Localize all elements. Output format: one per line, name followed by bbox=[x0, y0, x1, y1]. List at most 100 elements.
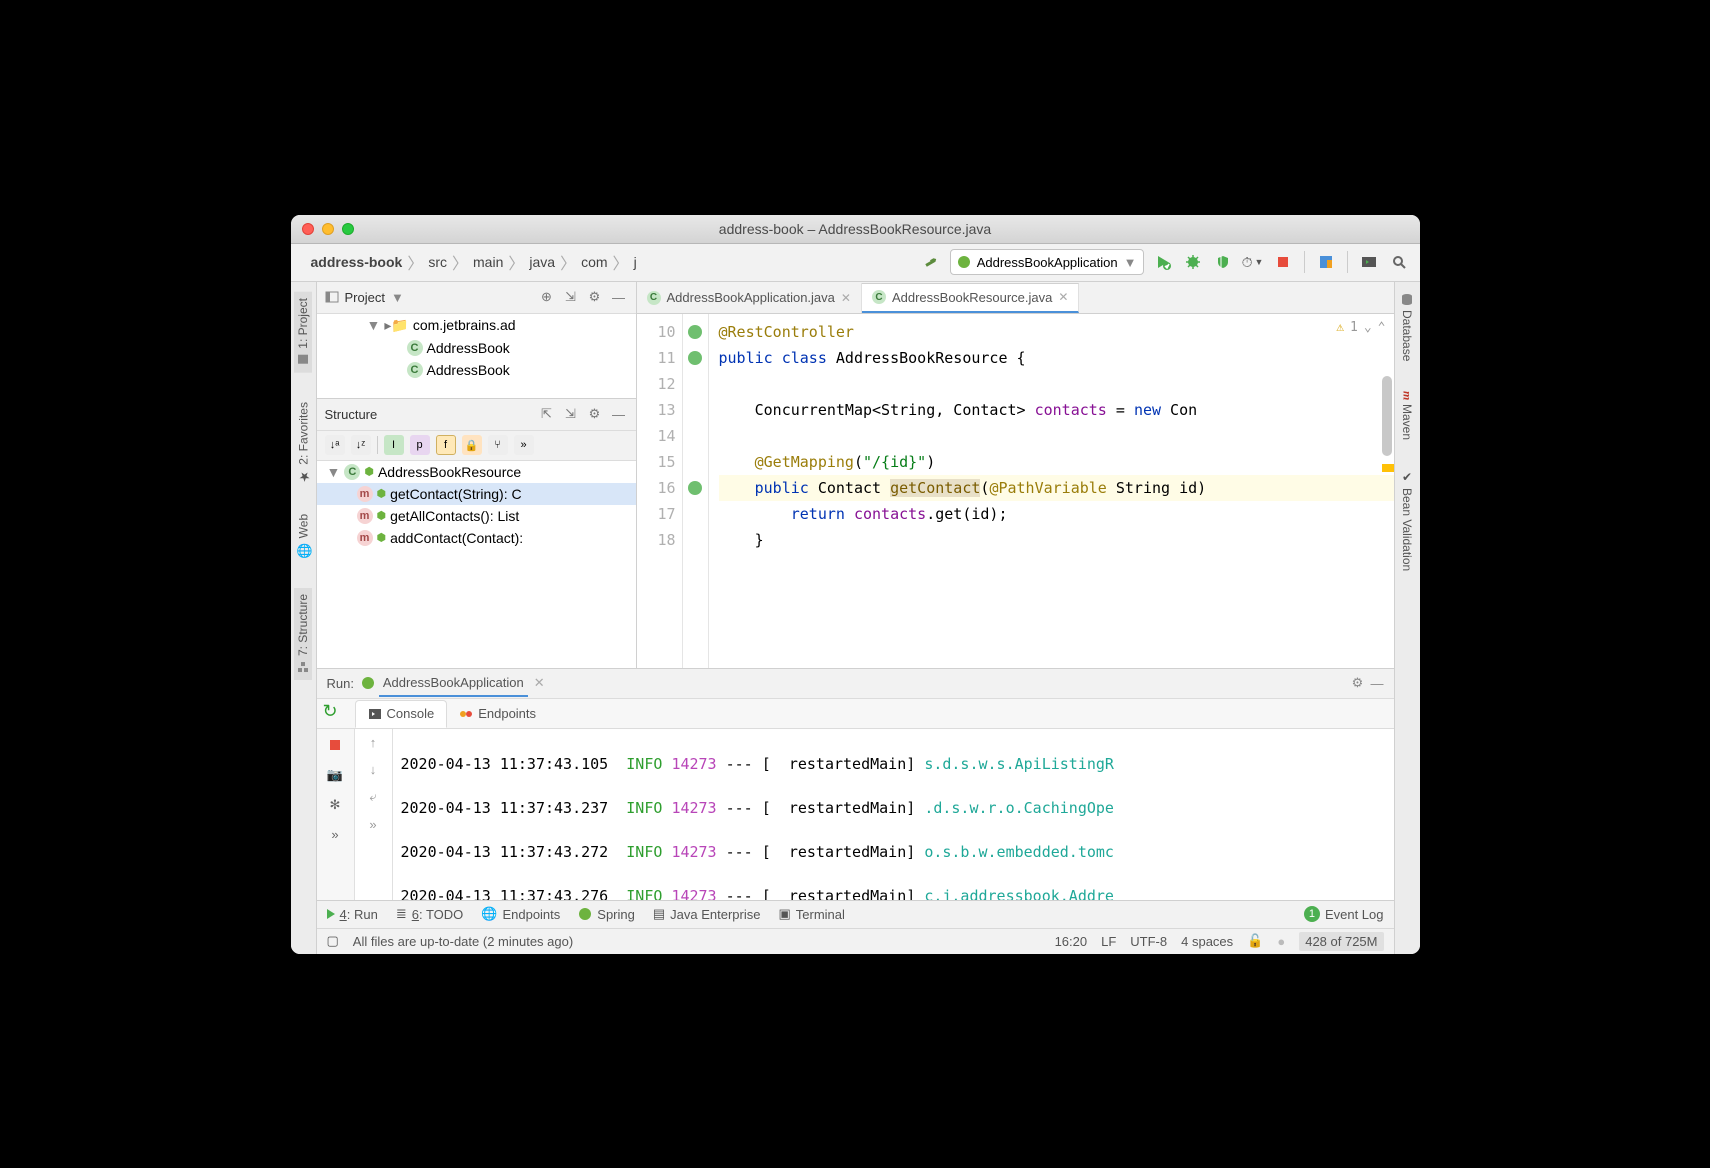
update-button[interactable] bbox=[1315, 251, 1337, 273]
spring-icon bbox=[578, 907, 592, 921]
titlebar: address-book – AddressBookResource.java bbox=[291, 215, 1420, 244]
run-tool[interactable]: 4: Run bbox=[327, 907, 378, 922]
filter-p-icon[interactable]: p bbox=[410, 435, 430, 455]
editor-tab-1[interactable]: C AddressBookResource.java ✕ bbox=[862, 283, 1079, 313]
crumb-5[interactable]: j bbox=[634, 254, 637, 270]
sort-alpha-icon[interactable]: ↓ᶻ bbox=[351, 435, 371, 455]
jee-tool[interactable]: ▤Java Enterprise bbox=[653, 906, 761, 922]
expand-all-icon[interactable]: ⇲ bbox=[562, 288, 580, 306]
coverage-button[interactable] bbox=[1212, 251, 1234, 273]
close-tab-icon[interactable]: ✕ bbox=[841, 291, 851, 305]
tool-favorites[interactable]: ★ 2: Favorites bbox=[296, 402, 311, 484]
collapse-icon[interactable]: ⇲ bbox=[562, 405, 580, 423]
crumb-2[interactable]: main bbox=[473, 254, 503, 270]
leaf-icon[interactable] bbox=[688, 351, 702, 365]
crumb-0[interactable]: address-book bbox=[311, 254, 403, 270]
filter-i-icon[interactable]: I bbox=[384, 435, 404, 455]
tree-class-2[interactable]: C AddressBook bbox=[317, 359, 636, 381]
select-opened-icon[interactable]: ⊕ bbox=[538, 288, 556, 306]
settings-icon[interactable]: ⚙ bbox=[586, 288, 604, 306]
wrap-icon[interactable]: ⤶ bbox=[369, 789, 376, 805]
tool-database[interactable]: Database bbox=[1400, 292, 1414, 361]
todo-icon: ≣ bbox=[396, 906, 407, 922]
tool-web[interactable]: 🌐 Web bbox=[296, 514, 311, 558]
scrollbar-thumb[interactable] bbox=[1382, 376, 1392, 456]
hide-icon[interactable]: — bbox=[610, 288, 628, 306]
globe-icon: 🌐 bbox=[296, 542, 311, 558]
encoding[interactable]: UTF-8 bbox=[1130, 934, 1167, 949]
tree-package[interactable]: ▼ ▸📁 com.jetbrains.ad bbox=[317, 314, 636, 337]
more-icon[interactable]: » bbox=[514, 435, 534, 455]
chevron-up-icon[interactable]: ⌃ bbox=[1378, 320, 1386, 335]
line-ending[interactable]: LF bbox=[1101, 934, 1116, 949]
endpoints-tab[interactable]: Endpoints bbox=[447, 700, 548, 728]
tool-maven[interactable]: m Maven bbox=[1400, 391, 1415, 440]
inspection-icon[interactable]: ● bbox=[1277, 934, 1285, 949]
crumb-1[interactable]: src bbox=[428, 254, 447, 270]
chevron-down-icon[interactable]: ⌄ bbox=[1364, 320, 1372, 335]
lock-icon[interactable]: 🔓 bbox=[1247, 933, 1263, 949]
event-log[interactable]: 1Event Log bbox=[1304, 906, 1384, 922]
inspection-widget[interactable]: ⚠ 1 ⌄ ⌃ bbox=[1336, 320, 1385, 335]
lock-icon[interactable]: 🔒 bbox=[462, 435, 482, 455]
close-tab-icon[interactable]: ✕ bbox=[1058, 290, 1068, 304]
more-icon[interactable]: » bbox=[325, 825, 345, 845]
memory-indicator[interactable]: 428 of 725M bbox=[1299, 932, 1383, 951]
tree-class-1[interactable]: C AddressBook bbox=[317, 337, 636, 359]
filter-f-icon[interactable]: f bbox=[436, 435, 456, 455]
terminal-tool[interactable]: ▣Terminal bbox=[778, 906, 844, 922]
todo-tool[interactable]: ≣6: TODO bbox=[396, 906, 463, 922]
stop-button[interactable] bbox=[325, 735, 345, 755]
settings-icon[interactable]: ⚙ bbox=[586, 405, 604, 423]
run-button[interactable] bbox=[1152, 251, 1174, 273]
stop-button[interactable] bbox=[1272, 251, 1294, 273]
build-button[interactable] bbox=[920, 251, 942, 273]
search-button[interactable] bbox=[1388, 251, 1410, 273]
tool-structure[interactable]: 7: Structure bbox=[294, 588, 312, 680]
run-config-select[interactable]: AddressBookApplication ▼ bbox=[950, 249, 1144, 275]
cursor-pos[interactable]: 16:20 bbox=[1055, 934, 1088, 949]
console-output[interactable]: 2020-04-13 11:37:43.105 INFO 14273 --- [… bbox=[393, 729, 1394, 900]
maximize-icon[interactable] bbox=[342, 223, 354, 235]
structure-root[interactable]: ▼ C ⬢ AddressBookResource bbox=[317, 461, 636, 483]
tool-bean-validation[interactable]: ✔ Bean Validation bbox=[1400, 470, 1414, 571]
spring-tool[interactable]: Spring bbox=[578, 907, 635, 922]
spring-icon bbox=[361, 676, 375, 690]
editor-tab-0[interactable]: C AddressBookApplication.java ✕ bbox=[637, 283, 862, 313]
sort-visibility-icon[interactable]: ↓ᵃ bbox=[325, 435, 345, 455]
structure-member-2[interactable]: m ⬢ addContact(Contact): bbox=[317, 527, 636, 549]
debug-button[interactable] bbox=[1182, 251, 1204, 273]
tool-windows-icon[interactable]: ▢ bbox=[327, 933, 339, 949]
crumb-4[interactable]: com bbox=[581, 254, 607, 270]
hide-icon[interactable]: — bbox=[610, 405, 628, 423]
gear-icon[interactable]: ⚙ bbox=[1352, 675, 1364, 691]
leaf-icon[interactable] bbox=[688, 481, 702, 495]
down-icon[interactable]: ↓ bbox=[370, 762, 377, 777]
layout-button[interactable]: ✻ bbox=[325, 795, 345, 815]
class-icon: C bbox=[647, 291, 661, 305]
close-run-tab-icon[interactable]: ✕ bbox=[534, 675, 545, 691]
tool-project[interactable]: 1: Project bbox=[294, 292, 312, 373]
dump-button[interactable]: 📷 bbox=[325, 765, 345, 785]
profile-button[interactable]: ⏱▼ bbox=[1242, 251, 1264, 273]
indent[interactable]: 4 spaces bbox=[1181, 934, 1233, 949]
endpoints-tool[interactable]: 🌐Endpoints bbox=[481, 906, 560, 922]
structure-member-0[interactable]: m ⬢ getContact(String): C bbox=[317, 483, 636, 505]
branch-icon[interactable]: ⑂ bbox=[488, 435, 508, 455]
structure-member-1[interactable]: m ⬢ getAllContacts(): List bbox=[317, 505, 636, 527]
code-editor[interactable]: 101112 131415 161718 @RestContr bbox=[637, 314, 1394, 668]
expand-icon[interactable]: ⇱ bbox=[538, 405, 556, 423]
more-icon[interactable]: » bbox=[369, 817, 376, 832]
minimize-icon[interactable] bbox=[322, 223, 334, 235]
run-anything-button[interactable] bbox=[1358, 251, 1380, 273]
structure-toolbar: ↓ᵃ ↓ᶻ I p f 🔒 ⑂ » bbox=[317, 431, 636, 461]
close-icon[interactable] bbox=[302, 223, 314, 235]
breadcrumb[interactable]: address-book〉 src〉 main〉 java〉 com〉 j bbox=[311, 250, 637, 274]
console-tab[interactable]: Console bbox=[355, 700, 448, 728]
warning-marker[interactable] bbox=[1382, 464, 1394, 472]
crumb-3[interactable]: java bbox=[529, 254, 555, 270]
hide-icon[interactable]: — bbox=[1371, 676, 1384, 691]
rerun-icon[interactable]: ↻ bbox=[323, 701, 338, 722]
leaf-icon[interactable] bbox=[688, 325, 702, 339]
up-icon[interactable]: ↑ bbox=[370, 735, 377, 750]
